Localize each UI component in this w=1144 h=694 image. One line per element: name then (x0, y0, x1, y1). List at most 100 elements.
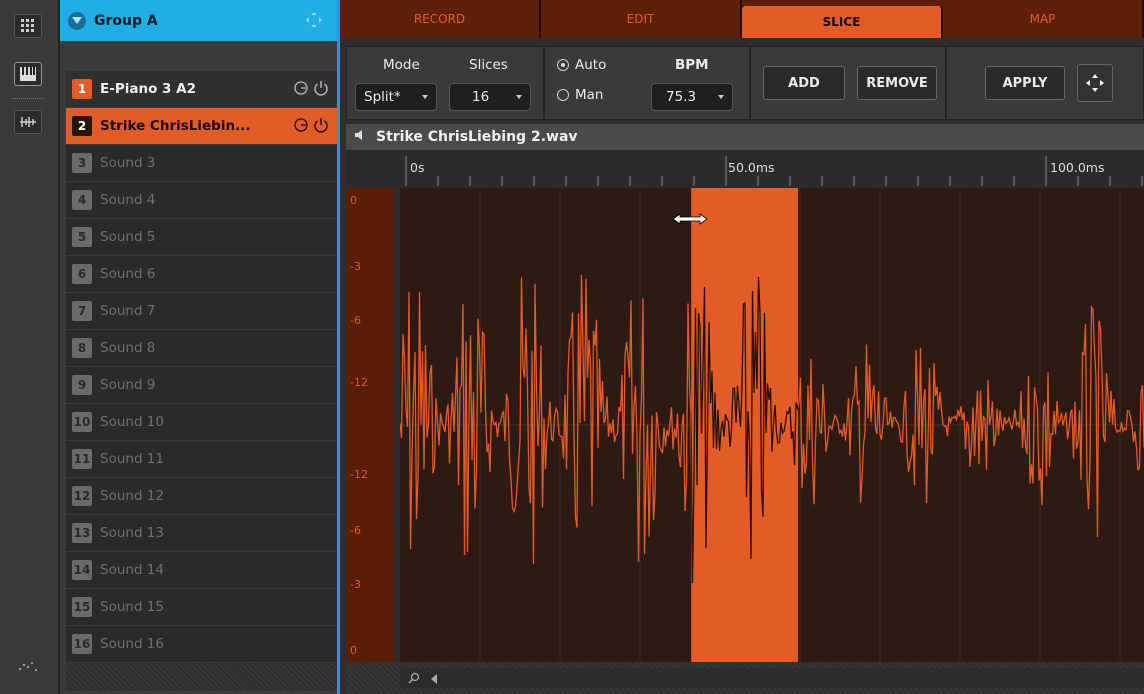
speaker-icon[interactable] (354, 129, 366, 145)
sound-slot-label: Sound 4 (100, 192, 156, 208)
db-label: -3 (350, 578, 361, 591)
drag-slices-button[interactable] (1077, 64, 1113, 102)
slices-dropdown[interactable]: 16 (449, 83, 531, 111)
sound-slot-label: Sound 8 (100, 340, 156, 356)
power-icon[interactable] (313, 117, 329, 137)
scroll-left-icon[interactable] (430, 673, 438, 688)
mode-label: Mode (383, 57, 420, 73)
group-panel: Group A 1 E-Piano 3 A2 2 Strike ChrisLiebin… (60, 0, 340, 694)
sound-slot-number: 7 (72, 301, 92, 321)
waveform-display[interactable] (400, 188, 1144, 662)
drag-arrows-icon (1086, 74, 1104, 92)
group-expand-icon[interactable] (68, 11, 86, 30)
sound-slot-controls (293, 80, 329, 100)
bpm-label: BPM (675, 57, 709, 73)
radio-indicator (557, 89, 569, 101)
tab-map[interactable]: MAP (943, 0, 1144, 38)
sound-slot-13[interactable]: 13 Sound 13 (66, 515, 337, 551)
mode-value: Split* (364, 89, 401, 105)
man-radio[interactable]: Man (557, 87, 603, 103)
sound-slot-11[interactable]: 11 Sound 11 (66, 441, 337, 477)
sample-file-name: Strike ChrisLiebing 2.wav (376, 129, 578, 145)
sound-slot-number: 2 (72, 116, 92, 136)
zoom-icon[interactable] (408, 672, 420, 688)
sound-slot-15[interactable]: 15 Sound 15 (66, 589, 337, 625)
slices-label: Slices (469, 57, 508, 73)
slice-view-icon[interactable] (14, 110, 42, 134)
radio-indicator (557, 59, 569, 71)
detect-group: Auto Man BPM 75.3 (547, 47, 751, 119)
sound-slot-number: 4 (72, 190, 92, 210)
sound-slot-7[interactable]: 7 Sound 7 (66, 293, 337, 329)
sound-slot-5[interactable]: 5 Sound 5 (66, 219, 337, 255)
strip-divider (12, 98, 44, 99)
sound-slot-3[interactable]: 3 Sound 3 (66, 145, 337, 181)
sound-slot-6[interactable]: 6 Sound 6 (66, 256, 337, 292)
tab-edit[interactable]: EDIT (541, 0, 742, 38)
sound-slot-number: 5 (72, 227, 92, 247)
sound-slot-label: Sound 3 (100, 155, 156, 171)
db-label: 0 (350, 194, 357, 207)
tab-slice[interactable]: SLICE (742, 6, 943, 38)
sound-slot-number: 1 (72, 79, 92, 99)
sound-slot-9[interactable]: 9 Sound 9 (66, 367, 337, 403)
scroll-controls[interactable] (400, 668, 1144, 688)
apply-group: APPLY (949, 47, 1144, 119)
level-meter-icon[interactable] (18, 660, 38, 678)
view-strip (0, 0, 60, 694)
sound-slot-12[interactable]: 12 Sound 12 (66, 478, 337, 514)
auto-radio[interactable]: Auto (557, 57, 606, 73)
knob-icon[interactable] (293, 117, 309, 137)
mode-dropdown[interactable]: Split* (355, 83, 437, 111)
sound-slot-label: Sound 16 (100, 636, 164, 652)
pad-grid-icon[interactable] (14, 14, 42, 38)
group-header[interactable]: Group A (60, 0, 337, 41)
mode-slices-group: Mode Slices Split* 16 (347, 47, 545, 119)
sound-slot-controls (293, 117, 329, 137)
apply-button[interactable]: APPLY (985, 66, 1065, 100)
db-scale: 0 -3 -6 -12 -12 -6 -3 0 (346, 188, 394, 662)
sound-slot-number: 12 (72, 486, 92, 506)
sound-slot-8[interactable]: 8 Sound 8 (66, 330, 337, 366)
sound-slot-2[interactable]: 2 Strike ChrisLiebin... (66, 108, 337, 144)
drag-handle-icon[interactable] (305, 11, 323, 33)
sample-editor: RECORD EDIT SLICE MAP Mode Slices Split* 16… (340, 0, 1144, 694)
timeline-label: 50.0ms (728, 160, 775, 175)
power-icon[interactable] (313, 80, 329, 100)
db-label: 0 (350, 644, 357, 657)
sound-slot-14[interactable]: 14 Sound 14 (66, 552, 337, 588)
sound-slot-number: 15 (72, 597, 92, 617)
sound-slot-label: Sound 11 (100, 451, 164, 467)
slices-value: 16 (472, 89, 490, 105)
group-title: Group A (94, 12, 158, 29)
sound-slot-label: Sound 10 (100, 414, 164, 430)
add-button[interactable]: ADD (763, 66, 845, 100)
sound-slot-label: Sound 15 (100, 599, 164, 615)
sound-slot-number: 9 (72, 375, 92, 395)
remove-button[interactable]: REMOVE (857, 66, 937, 100)
keyboard-icon[interactable] (14, 62, 42, 86)
sound-slot-number: 11 (72, 449, 92, 469)
sound-slot-16[interactable]: 16 Sound 16 (66, 626, 337, 662)
tab-record[interactable]: RECORD (340, 0, 541, 38)
sound-slot-label: Sound 12 (100, 488, 164, 504)
timeline-label: 100.0ms (1050, 160, 1105, 175)
sound-slot-label: Sound 9 (100, 377, 156, 393)
sound-slot-10[interactable]: 10 Sound 10 (66, 404, 337, 440)
edit-buttons-group: ADD REMOVE (753, 47, 947, 119)
group-footer (66, 663, 337, 691)
sound-slot-number: 6 (72, 264, 92, 284)
db-label: -12 (350, 376, 368, 389)
db-label: -12 (350, 468, 368, 481)
sound-slot-label: Sound 6 (100, 266, 156, 282)
bpm-dropdown[interactable]: 75.3 (651, 83, 733, 111)
sound-slot-4[interactable]: 4 Sound 4 (66, 182, 337, 218)
knob-icon[interactable] (293, 80, 309, 100)
sound-slot-label: E-Piano 3 A2 (100, 81, 196, 97)
sound-slot-1[interactable]: 1 E-Piano 3 A2 (66, 71, 337, 107)
editor-tabs: RECORD EDIT SLICE MAP (340, 0, 1144, 38)
bpm-value: 75.3 (666, 89, 697, 105)
timeline-ruler[interactable]: 0s 50.0ms 100.0ms (346, 150, 1144, 188)
sound-slot-label: Sound 13 (100, 525, 164, 541)
sound-slot-number: 14 (72, 560, 92, 580)
